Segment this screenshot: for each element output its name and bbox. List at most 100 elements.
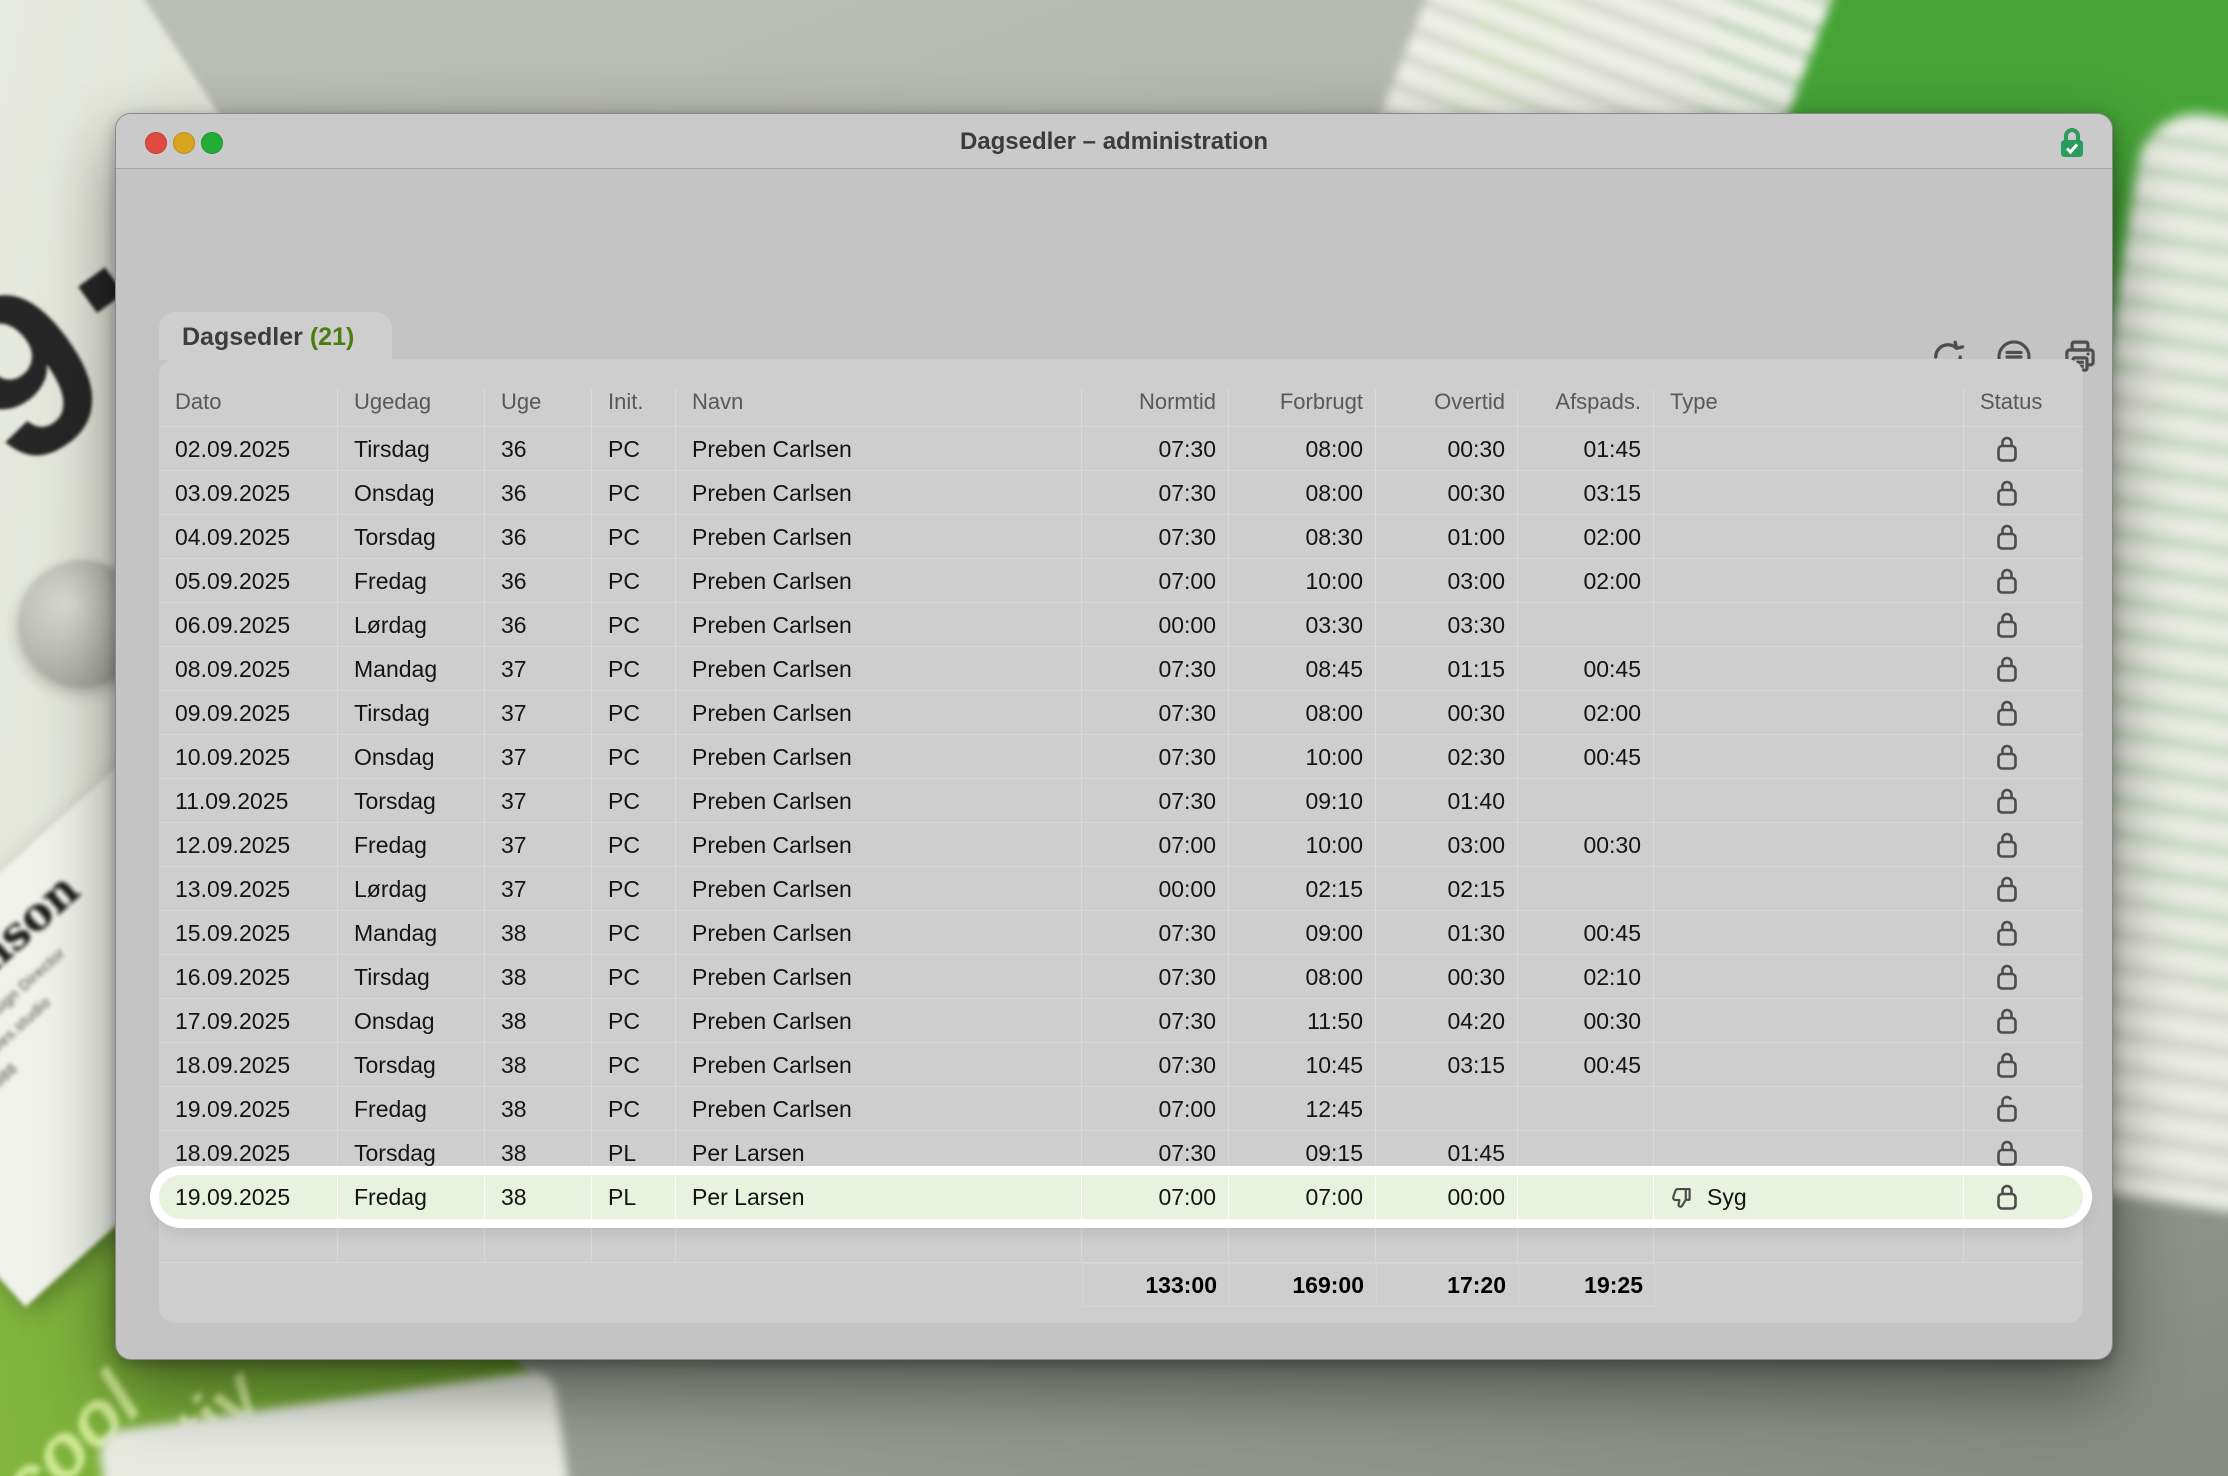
lock-icon[interactable]: [1994, 961, 2020, 993]
lock-icon[interactable]: [1994, 609, 2020, 641]
cell-forbrugt: 08:00: [1229, 427, 1376, 470]
secure-lock-icon: [2058, 122, 2086, 162]
table-row[interactable]: 15.09.2025Mandag38PCPreben Carlsen07:300…: [159, 911, 2083, 955]
cell-forbrugt: 03:30: [1229, 603, 1376, 646]
lock-icon[interactable]: [1994, 477, 2020, 509]
table-row[interactable]: 12.09.2025Fredag37PCPreben Carlsen07:001…: [159, 823, 2083, 867]
cell-afspads: 00:45: [1518, 1043, 1654, 1086]
cell-ugedag: Torsdag: [338, 1043, 485, 1086]
table-row[interactable]: 11.09.2025Torsdag37PCPreben Carlsen07:30…: [159, 779, 2083, 823]
table-row[interactable]: 02.09.2025Tirsdag36PCPreben Carlsen07:30…: [159, 427, 2083, 471]
cell-normtid: 07:30: [1082, 515, 1229, 558]
lock-icon[interactable]: [1994, 917, 2020, 949]
lock-icon[interactable]: [1994, 1137, 2020, 1169]
cell-forbrugt: 10:45: [1229, 1043, 1376, 1086]
cell-navn: Preben Carlsen: [676, 735, 1082, 778]
cell-afspads: 02:00: [1518, 691, 1654, 734]
cell-navn: Preben Carlsen: [676, 603, 1082, 646]
lock-icon[interactable]: [1994, 741, 2020, 773]
cell-forbrugt: 09:00: [1229, 911, 1376, 954]
cell-normtid: 07:00: [1082, 823, 1229, 866]
cell-navn: Per Larsen: [676, 1175, 1082, 1219]
table-row[interactable]: 09.09.2025Tirsdag37PCPreben Carlsen07:30…: [159, 691, 2083, 735]
lock-icon[interactable]: [1994, 697, 2020, 729]
column-header-overtid[interactable]: Overtid: [1376, 389, 1518, 426]
table-row[interactable]: 08.09.2025Mandag37PCPreben Carlsen07:300…: [159, 647, 2083, 691]
cell-init: PC: [592, 867, 676, 910]
column-header-status[interactable]: Status: [1964, 389, 2083, 426]
cell-type: [1654, 691, 1964, 734]
total-normtid: 133:00: [1083, 1264, 1230, 1306]
cell-init: PC: [592, 427, 676, 470]
column-header-normtid[interactable]: Normtid: [1082, 389, 1229, 426]
table-body: 02.09.2025Tirsdag36PCPreben Carlsen07:30…: [159, 427, 2083, 1219]
cell-overtid: 03:00: [1376, 823, 1518, 866]
tab-dagsedler[interactable]: Dagsedler (21): [159, 312, 392, 360]
cell-overtid: 01:15: [1376, 647, 1518, 690]
cell-afspads: [1518, 779, 1654, 822]
cell-normtid: 00:00: [1082, 867, 1229, 910]
cell-type: [1654, 1087, 1964, 1130]
lock-icon[interactable]: [1994, 785, 2020, 817]
cell-status: [1964, 427, 2083, 470]
table-row[interactable]: 10.09.2025Onsdag37PCPreben Carlsen07:301…: [159, 735, 2083, 779]
table-row[interactable]: 04.09.2025Torsdag36PCPreben Carlsen07:30…: [159, 515, 2083, 559]
cell-normtid: 07:30: [1082, 779, 1229, 822]
lock-icon[interactable]: [1994, 565, 2020, 597]
lock-icon[interactable]: [1994, 433, 2020, 465]
cell-afspads: 00:30: [1518, 823, 1654, 866]
table-row[interactable]: 03.09.2025Onsdag36PCPreben Carlsen07:300…: [159, 471, 2083, 515]
lock-open-icon[interactable]: [1994, 1093, 2020, 1125]
table-row[interactable]: 18.09.2025Torsdag38PCPreben Carlsen07:30…: [159, 1043, 2083, 1087]
cell-init: PC: [592, 471, 676, 514]
cell-uge: 36: [485, 559, 592, 602]
cell-status: [1964, 1043, 2083, 1086]
cell-status: [1964, 867, 2083, 910]
lock-icon[interactable]: [1994, 653, 2020, 685]
cell-overtid: 00:30: [1376, 427, 1518, 470]
background-paper: [97, 1369, 583, 1476]
table-row[interactable]: 05.09.2025Fredag36PCPreben Carlsen07:001…: [159, 559, 2083, 603]
cell-ugedag: Torsdag: [338, 515, 485, 558]
desktop-background: 9: cool creativ na Johnson Founder · Sen…: [0, 0, 2228, 1476]
column-header-forbrugt[interactable]: Forbrugt: [1229, 389, 1376, 426]
lock-icon[interactable]: [1994, 829, 2020, 861]
table-row[interactable]: 06.09.2025Lørdag36PCPreben Carlsen00:000…: [159, 603, 2083, 647]
lock-icon[interactable]: [1994, 521, 2020, 553]
tab-label: Dagsedler: [182, 323, 303, 351]
cell-type: [1654, 427, 1964, 470]
cell-dato: 15.09.2025: [159, 911, 338, 954]
lock-icon[interactable]: [1994, 1049, 2020, 1081]
app-window: Dagsedler – administration: [115, 113, 2113, 1360]
cell-dato: 17.09.2025: [159, 999, 338, 1042]
cell-uge: 38: [485, 1131, 592, 1174]
cell-navn: Preben Carlsen: [676, 867, 1082, 910]
cell-ugedag: Mandag: [338, 911, 485, 954]
column-header-afspads[interactable]: Afspads.: [1518, 389, 1654, 426]
table-row[interactable]: 17.09.2025Onsdag38PCPreben Carlsen07:301…: [159, 999, 2083, 1043]
cell-afspads: [1518, 1131, 1654, 1174]
cell-ugedag: Torsdag: [338, 779, 485, 822]
cell-ugedag: Fredag: [338, 823, 485, 866]
column-header-uge[interactable]: Uge: [485, 389, 592, 426]
cell-afspads: 02:00: [1518, 515, 1654, 558]
column-header-ugedag[interactable]: Ugedag: [338, 389, 485, 426]
lock-icon[interactable]: [1994, 1181, 2020, 1213]
lock-icon[interactable]: [1994, 1005, 2020, 1037]
table-row[interactable]: 19.09.2025Fredag38PCPreben Carlsen07:001…: [159, 1087, 2083, 1131]
cell-forbrugt: 02:15: [1229, 867, 1376, 910]
cell-type: [1654, 779, 1964, 822]
lock-icon[interactable]: [1994, 873, 2020, 905]
column-header-init[interactable]: Init.: [592, 389, 676, 426]
column-header-dato[interactable]: Dato: [159, 389, 338, 426]
table-row[interactable]: 13.09.2025Lørdag37PCPreben Carlsen00:000…: [159, 867, 2083, 911]
column-header-type[interactable]: Type: [1654, 389, 1964, 426]
cell-normtid: 07:00: [1082, 1175, 1229, 1219]
column-header-navn[interactable]: Navn: [676, 389, 1082, 426]
table-row[interactable]: 18.09.2025Torsdag38PLPer Larsen07:3009:1…: [159, 1131, 2083, 1175]
table-row[interactable]: 16.09.2025Tirsdag38PCPreben Carlsen07:30…: [159, 955, 2083, 999]
cell-dato: 18.09.2025: [159, 1131, 338, 1174]
cell-afspads: 03:15: [1518, 471, 1654, 514]
cell-dato: 02.09.2025: [159, 427, 338, 470]
table-row[interactable]: 19.09.2025Fredag38PLPer Larsen07:0007:00…: [159, 1175, 2083, 1219]
